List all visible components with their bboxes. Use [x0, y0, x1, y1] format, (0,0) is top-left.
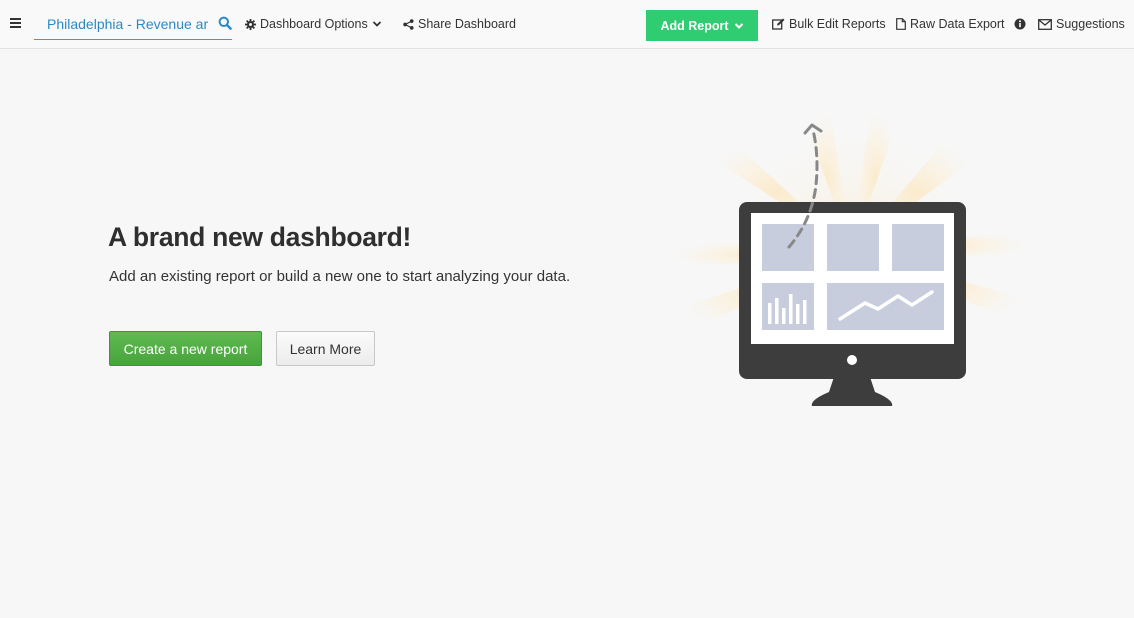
share-icon	[403, 18, 414, 30]
dashboard-search-input[interactable]	[34, 9, 210, 38]
create-new-report-button[interactable]: Create a new report	[109, 331, 262, 366]
add-report-button[interactable]: Add Report	[646, 10, 758, 41]
bulk-edit-reports-button[interactable]: Bulk Edit Reports	[772, 0, 886, 48]
chevron-down-icon	[734, 22, 743, 29]
suggestions-button[interactable]: Suggestions	[1038, 0, 1125, 48]
suggestions-label: Suggestions	[1056, 17, 1125, 31]
raw-data-export-label: Raw Data Export	[910, 17, 1005, 31]
edit-icon	[772, 18, 785, 30]
learn-more-button[interactable]: Learn More	[276, 331, 375, 366]
dashboard-monitor-illustration	[670, 110, 1030, 406]
info-icon	[1014, 18, 1026, 30]
dashboard-name-search	[34, 8, 232, 40]
add-report-label: Add Report	[660, 18, 729, 33]
top-toolbar: Dashboard Options Share Dashboard Add Re…	[0, 0, 1134, 49]
page-title: A brand new dashboard!	[108, 222, 412, 252]
search-icon[interactable]	[218, 16, 232, 30]
document-icon	[896, 18, 906, 30]
page-subtitle: Add an existing report or build a new on…	[109, 268, 571, 285]
gear-icon	[245, 18, 256, 30]
info-button[interactable]	[1014, 0, 1026, 48]
hamburger-menu-icon[interactable]	[10, 17, 22, 29]
monitor	[739, 202, 966, 406]
raw-data-export-button[interactable]: Raw Data Export	[896, 0, 1004, 48]
share-dashboard-label: Share Dashboard	[418, 17, 516, 31]
dashboard-options-menu[interactable]: Dashboard Options	[245, 0, 382, 48]
share-dashboard-button[interactable]: Share Dashboard	[403, 0, 516, 48]
bulk-edit-reports-label: Bulk Edit Reports	[789, 17, 886, 31]
envelope-icon	[1038, 18, 1052, 30]
dashboard-options-label: Dashboard Options	[260, 17, 368, 31]
chevron-down-icon	[372, 21, 381, 27]
